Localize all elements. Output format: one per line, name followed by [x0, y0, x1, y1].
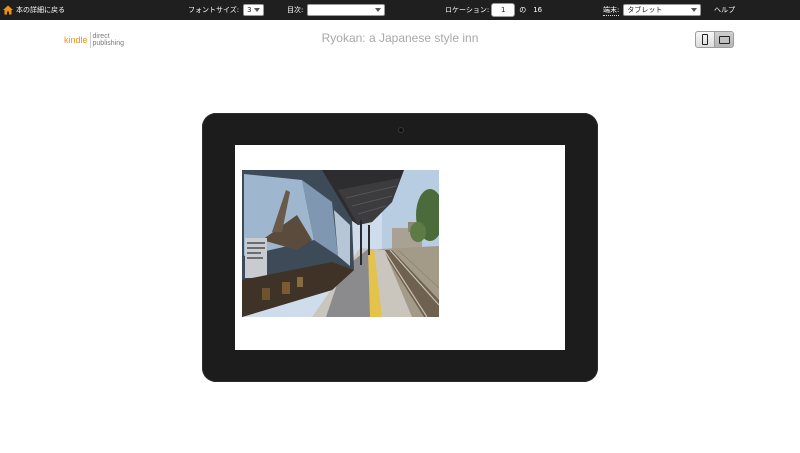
toc-select[interactable] [307, 4, 386, 16]
camera-icon [398, 127, 404, 133]
top-toolbar: 本の詳細に戻る フォントサイズ: 3 目次: ロケーション: 1 の 16 端末… [0, 0, 800, 20]
device-orientation-toggle [695, 31, 734, 48]
device-select[interactable]: タブレット [623, 4, 702, 16]
font-size-select[interactable]: 3 [243, 4, 265, 16]
help-label: ヘルプ [714, 6, 735, 14]
back-to-book-details-link[interactable]: 本の詳細に戻る [3, 0, 65, 20]
chevron-down-icon [375, 8, 382, 12]
location-label: ロケーション: [445, 6, 490, 14]
home-icon [3, 5, 13, 15]
phone-icon [702, 34, 709, 45]
location-of-label: の [519, 6, 527, 14]
tablet-view-button[interactable] [714, 32, 733, 47]
location-value: 1 [500, 6, 506, 14]
chevron-down-icon [254, 8, 261, 12]
help-link[interactable]: ヘルプ [714, 0, 735, 20]
font-size-value: 3 [247, 6, 252, 14]
book-title: Ryokan: a Japanese style inn [321, 31, 479, 45]
chevron-down-icon [691, 8, 698, 12]
device-label: 端末: [603, 5, 620, 16]
station-platform-image [242, 170, 439, 317]
tablet-screen [235, 145, 565, 350]
device-value: タブレット [627, 6, 663, 14]
book-page-image [242, 170, 439, 317]
phone-view-button[interactable] [696, 32, 714, 47]
back-link-label: 本の詳細に戻る [16, 6, 65, 14]
toc-label: 目次: [287, 6, 304, 14]
location-total: 16 [533, 6, 543, 14]
tablet-device-frame [202, 113, 598, 382]
font-size-label: フォントサイズ: [188, 6, 240, 14]
tablet-icon [718, 35, 730, 44]
location-input[interactable]: 1 [491, 3, 516, 17]
